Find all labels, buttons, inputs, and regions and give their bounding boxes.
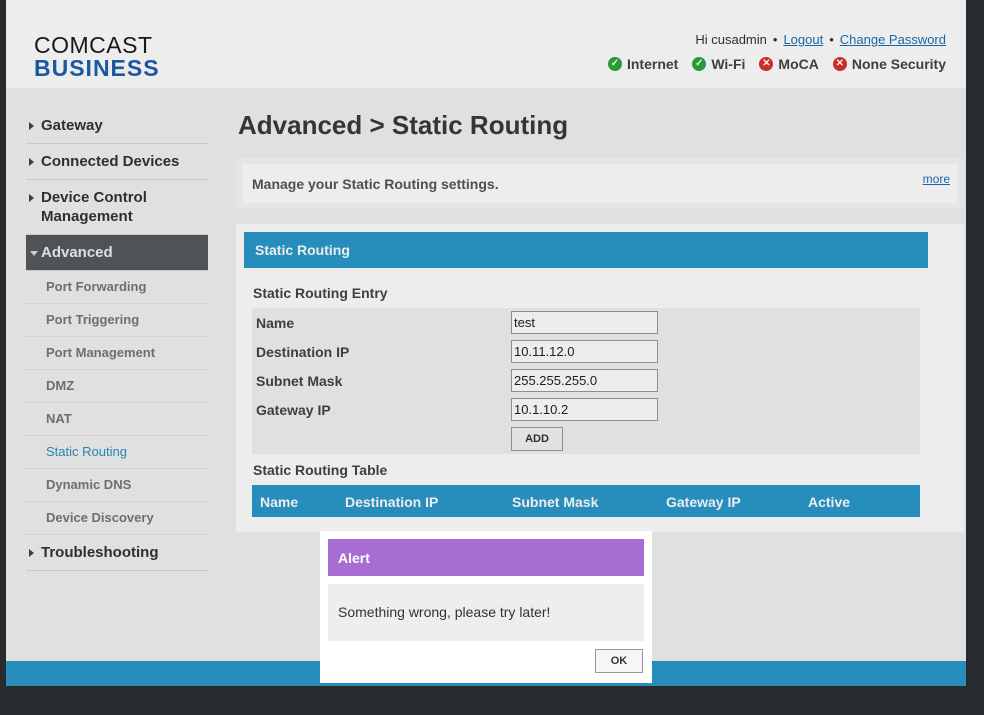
alert-title: Alert — [328, 539, 644, 576]
alert-message: Something wrong, please try later! — [328, 584, 644, 641]
alert-dialog: Alert Something wrong, please try later!… — [320, 531, 652, 683]
ok-button[interactable]: OK — [595, 649, 643, 673]
